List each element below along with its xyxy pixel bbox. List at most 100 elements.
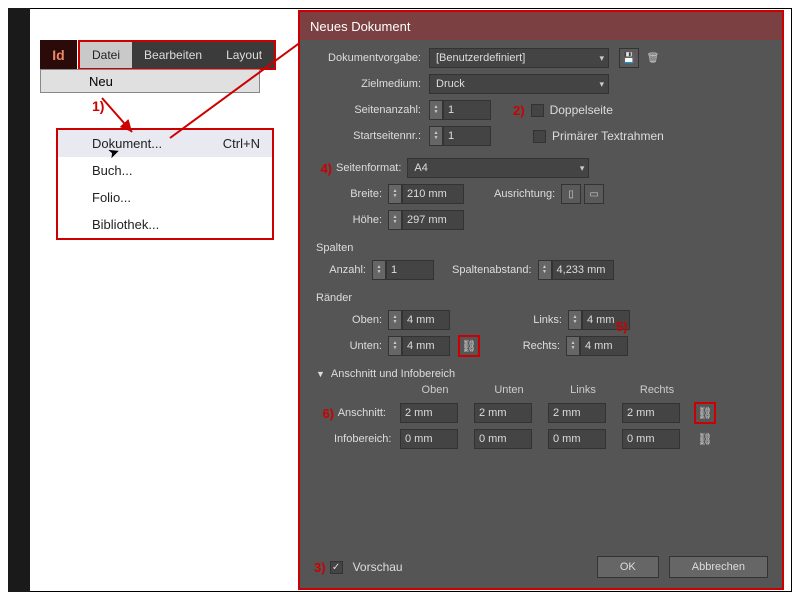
pages-field[interactable]: ▲▼ 1: [429, 100, 491, 120]
ruler-vertical: [8, 8, 30, 592]
annotation-1: 1): [92, 98, 104, 114]
bleed-header-label: Anschnitt und Infobereich: [331, 368, 455, 380]
pages-input[interactable]: 1: [443, 100, 491, 120]
preview-label: Vorschau: [353, 560, 403, 574]
annotation-5: 5): [616, 319, 628, 334]
submenu-label: Folio...: [92, 190, 131, 205]
menu-item-neu[interactable]: Neu: [40, 69, 260, 93]
slug-bottom-input[interactable]: 0 mm: [474, 429, 532, 449]
bleed-top-input[interactable]: 2 mm: [400, 403, 458, 423]
intent-dropdown[interactable]: Druck: [429, 74, 609, 94]
primary-checkbox[interactable]: [533, 130, 546, 143]
height-label: Höhe:: [314, 214, 388, 226]
orientation-label: Ausrichtung:: [494, 188, 555, 200]
delete-preset-icon[interactable]: 🗑: [643, 48, 663, 68]
spinner-icon[interactable]: ▲▼: [566, 336, 580, 356]
col-count-input[interactable]: 1: [386, 260, 434, 280]
bleed-left-input[interactable]: 2 mm: [548, 403, 606, 423]
slug-top-input[interactable]: 0 mm: [400, 429, 458, 449]
bleed-col-headers: Oben Unten Links Rechts: [314, 384, 768, 396]
gutter-label: Spaltenabstand:: [452, 264, 532, 276]
pagesize-label: Seitenformat:: [336, 162, 401, 174]
margin-right-label: Rechts:: [508, 340, 566, 352]
submenu-label: Bibliothek...: [92, 217, 159, 232]
margin-bottom-input[interactable]: 4 mm: [402, 336, 450, 356]
annotation-3: 3): [314, 560, 326, 575]
facing-label: Doppelseite: [550, 103, 613, 117]
width-input[interactable]: 210 mm: [402, 184, 464, 204]
cancel-button[interactable]: Abbrechen: [669, 556, 768, 578]
margin-bottom-label: Unten:: [314, 340, 388, 352]
spinner-icon[interactable]: ▲▼: [372, 260, 386, 280]
start-input[interactable]: 1: [443, 126, 491, 146]
margins-link-toggle[interactable]: ⛓: [458, 335, 480, 357]
facing-checkbox[interactable]: [531, 104, 544, 117]
width-label: Breite:: [314, 188, 388, 200]
chevron-down-icon: ▼: [316, 369, 325, 379]
gutter-field[interactable]: ▲▼4,233 mm: [538, 260, 614, 280]
submenu-bibliothek[interactable]: Bibliothek...: [58, 211, 272, 238]
bleed-right-input[interactable]: 2 mm: [622, 403, 680, 423]
new-document-dialog: Neues Dokument Dokumentvorgabe: [Benutze…: [300, 12, 782, 588]
margin-top-field[interactable]: ▲▼4 mm: [388, 310, 450, 330]
height-input[interactable]: 297 mm: [402, 210, 464, 230]
height-field[interactable]: ▲▼297 mm: [388, 210, 464, 230]
margin-bottom-field[interactable]: ▲▼4 mm: [388, 336, 450, 356]
submenu-label: Dokument...: [92, 136, 162, 151]
bleed-header[interactable]: ▼ Anschnitt und Infobereich: [314, 368, 768, 380]
save-preset-icon[interactable]: 💾: [619, 48, 639, 68]
col-count-label: Anzahl:: [314, 264, 372, 276]
preset-dropdown[interactable]: [Benutzerdefiniert]: [429, 48, 609, 68]
slug-link-toggle[interactable]: ⛓: [694, 428, 716, 450]
spinner-icon[interactable]: ▲▼: [538, 260, 552, 280]
start-label: Startseitennr.:: [314, 130, 429, 142]
col-links: Links: [546, 384, 620, 396]
intent-label: Zielmedium:: [314, 78, 429, 90]
preview-checkbox[interactable]: ✓: [330, 561, 343, 574]
margins-header: Ränder: [314, 292, 768, 304]
margin-top-input[interactable]: 4 mm: [402, 310, 450, 330]
menu-datei[interactable]: Datei: [80, 42, 132, 68]
spinner-icon[interactable]: ▲▼: [429, 126, 443, 146]
slug-right-input[interactable]: 0 mm: [622, 429, 680, 449]
bleed-bottom-input[interactable]: 2 mm: [474, 403, 532, 423]
annotation-4: 4): [314, 161, 332, 176]
spinner-icon[interactable]: ▲▼: [388, 184, 402, 204]
ok-button[interactable]: OK: [597, 556, 659, 578]
gutter-input[interactable]: 4,233 mm: [552, 260, 614, 280]
submenu-dokument[interactable]: Dokument... Ctrl+N: [58, 130, 272, 157]
margin-top-label: Oben:: [314, 314, 388, 326]
width-field[interactable]: ▲▼210 mm: [388, 184, 464, 204]
margin-right-field[interactable]: ▲▼4 mm: [566, 336, 628, 356]
spinner-icon[interactable]: ▲▼: [388, 210, 402, 230]
pagesize-dropdown[interactable]: A4: [407, 158, 589, 178]
orientation-portrait-icon[interactable]: ▯: [561, 184, 581, 204]
margin-left-label: Links:: [510, 314, 568, 326]
menu-layout[interactable]: Layout: [214, 42, 274, 68]
submenu-buch[interactable]: Buch...: [58, 157, 272, 184]
col-count-field[interactable]: ▲▼1: [372, 260, 434, 280]
col-oben: Oben: [398, 384, 472, 396]
orientation-landscape-icon[interactable]: ▭: [584, 184, 604, 204]
spinner-icon[interactable]: ▲▼: [429, 100, 443, 120]
spinner-icon[interactable]: ▲▼: [388, 310, 402, 330]
preset-label: Dokumentvorgabe:: [314, 52, 429, 64]
bleed-label: Anschnitt:: [334, 407, 392, 419]
col-rechts: Rechts: [620, 384, 694, 396]
margin-right-input[interactable]: 4 mm: [580, 336, 628, 356]
primary-label: Primärer Textrahmen: [552, 129, 664, 143]
bleed-link-toggle[interactable]: ⛓: [694, 402, 716, 424]
app-badge: Id: [40, 40, 77, 70]
menubar: Datei Bearbeiten Layout: [78, 40, 276, 70]
annotation-2: 2): [513, 103, 525, 118]
submenu-folio[interactable]: Folio...: [58, 184, 272, 211]
spinner-icon[interactable]: ▲▼: [388, 336, 402, 356]
menu-bearbeiten[interactable]: Bearbeiten: [132, 42, 214, 68]
slug-left-input[interactable]: 0 mm: [548, 429, 606, 449]
spinner-icon[interactable]: ▲▼: [568, 310, 582, 330]
start-field[interactable]: ▲▼ 1: [429, 126, 491, 146]
submenu-shortcut: Ctrl+N: [223, 136, 260, 151]
slug-label: Infobereich:: [334, 433, 392, 445]
submenu-neu: Dokument... Ctrl+N Buch... Folio... Bibl…: [56, 128, 274, 240]
dialog-title: Neues Dokument: [300, 12, 782, 40]
